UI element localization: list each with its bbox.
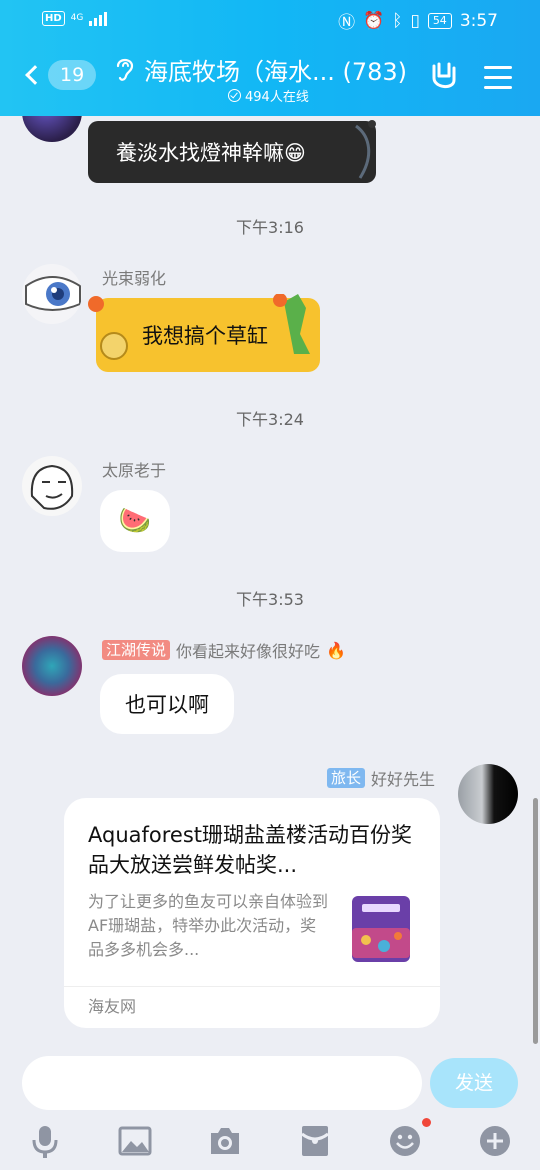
fire-icon: 🔥 [326, 640, 346, 660]
battery-indicator: 54 [427, 12, 452, 29]
card-source: 海友网 [64, 986, 440, 1028]
unread-count-badge: 19 [48, 60, 97, 90]
emoji-icon[interactable] [388, 1124, 422, 1158]
message-list[interactable]: 養淡水找燈神幹嘛😁 下午3:16 光束弱化 我想搞个草缸 下午3:24 太原老于… [0, 116, 540, 1044]
sender-name[interactable]: 太原老于 [102, 457, 166, 481]
ear-icon[interactable] [114, 54, 136, 84]
timestamp: 下午3:24 [236, 410, 304, 429]
card-title: Aquaforest珊瑚盐盖楼活动百份奖品大放送尝鲜发帖奖... [88, 823, 413, 877]
avatar[interactable] [458, 764, 518, 824]
timestamp: 下午3:53 [236, 590, 304, 609]
link-card[interactable]: Aquaforest珊瑚盐盖楼活动百份奖品大放送尝鲜发帖奖... 为了让更多的鱼… [64, 798, 440, 1028]
member-title-tag: 旅长 [326, 768, 365, 788]
clock: 3:57 [459, 10, 498, 31]
timestamp: 下午3:16 [236, 218, 304, 237]
sender-name: 好好先生 [370, 770, 435, 789]
composer: 发送 [0, 1044, 540, 1124]
sender-name: 你看起来好像很好吃 [176, 642, 321, 661]
sketch-face-icon [30, 464, 74, 510]
message-input[interactable] [22, 1056, 422, 1110]
menu-icon[interactable] [484, 66, 512, 90]
send-button[interactable]: 发送 [430, 1058, 518, 1108]
back-button[interactable]: 19 [20, 60, 97, 90]
scrollbar[interactable] [533, 798, 538, 1044]
alarm-icon: ⏰ [363, 10, 385, 31]
avatar[interactable] [22, 116, 82, 142]
sender-name[interactable]: 光束弱化 [102, 265, 166, 289]
status-bar: HD 4G Ⓝ ⏰ ᛒ ▯ 54 3:57 [0, 8, 540, 33]
card-description: 为了让更多的鱼友可以亲自体验到AF珊瑚盐，特举办此次活动，奖品多多机会多... [88, 892, 329, 959]
camera-icon[interactable] [208, 1124, 242, 1158]
message-bubble[interactable]: 也可以啊 [100, 674, 234, 734]
notification-dot [422, 1118, 431, 1127]
check-circle-icon [228, 89, 241, 102]
member-title-tag: 江湖传说 [102, 640, 171, 660]
red-packet-icon[interactable] [298, 1124, 332, 1158]
sender-name-row[interactable]: 旅长 好好先生 [326, 766, 435, 790]
message-bubble[interactable]: 養淡水找燈神幹嘛😁 [88, 121, 376, 183]
plus-icon[interactable] [478, 1124, 512, 1158]
vibrate-icon: ▯ [410, 10, 420, 31]
message-text: 🍉 [118, 506, 152, 536]
top-bar: HD 4G Ⓝ ⏰ ᛒ ▯ 54 3:57 19 海底牧场（海水... (783… [0, 0, 540, 116]
chevron-left-icon [25, 65, 45, 85]
message-text: 養淡水找燈神幹嘛😁 [116, 141, 306, 165]
bubble-decoration [88, 294, 310, 360]
signal-icon [89, 10, 108, 26]
network-type: 4G [70, 12, 84, 23]
nfc-icon: Ⓝ [338, 13, 356, 33]
sender-name-row[interactable]: 江湖传说 你看起来好像很好吃 🔥 [102, 638, 346, 662]
avatar[interactable] [22, 636, 82, 696]
group-title[interactable]: 海底牧场（海水... (783) [144, 52, 407, 87]
hd-badge: HD [42, 10, 65, 26]
image-icon[interactable] [118, 1124, 152, 1158]
input-toolbar [0, 1118, 540, 1170]
avatar[interactable] [22, 264, 82, 324]
anime-eye-icon [25, 276, 81, 311]
bluetooth-icon: ᛒ [392, 10, 403, 31]
bubble-decoration [355, 120, 376, 179]
gesture-hand-icon[interactable] [428, 60, 460, 94]
product-thumbnail [352, 896, 410, 962]
avatar[interactable] [22, 456, 82, 516]
message-text: 也可以啊 [125, 693, 209, 717]
online-text: 494人在线 [245, 90, 309, 105]
message-bubble[interactable]: 🍉 [100, 490, 170, 552]
online-count[interactable]: 494人在线 [228, 86, 309, 105]
mic-icon[interactable] [28, 1124, 62, 1158]
